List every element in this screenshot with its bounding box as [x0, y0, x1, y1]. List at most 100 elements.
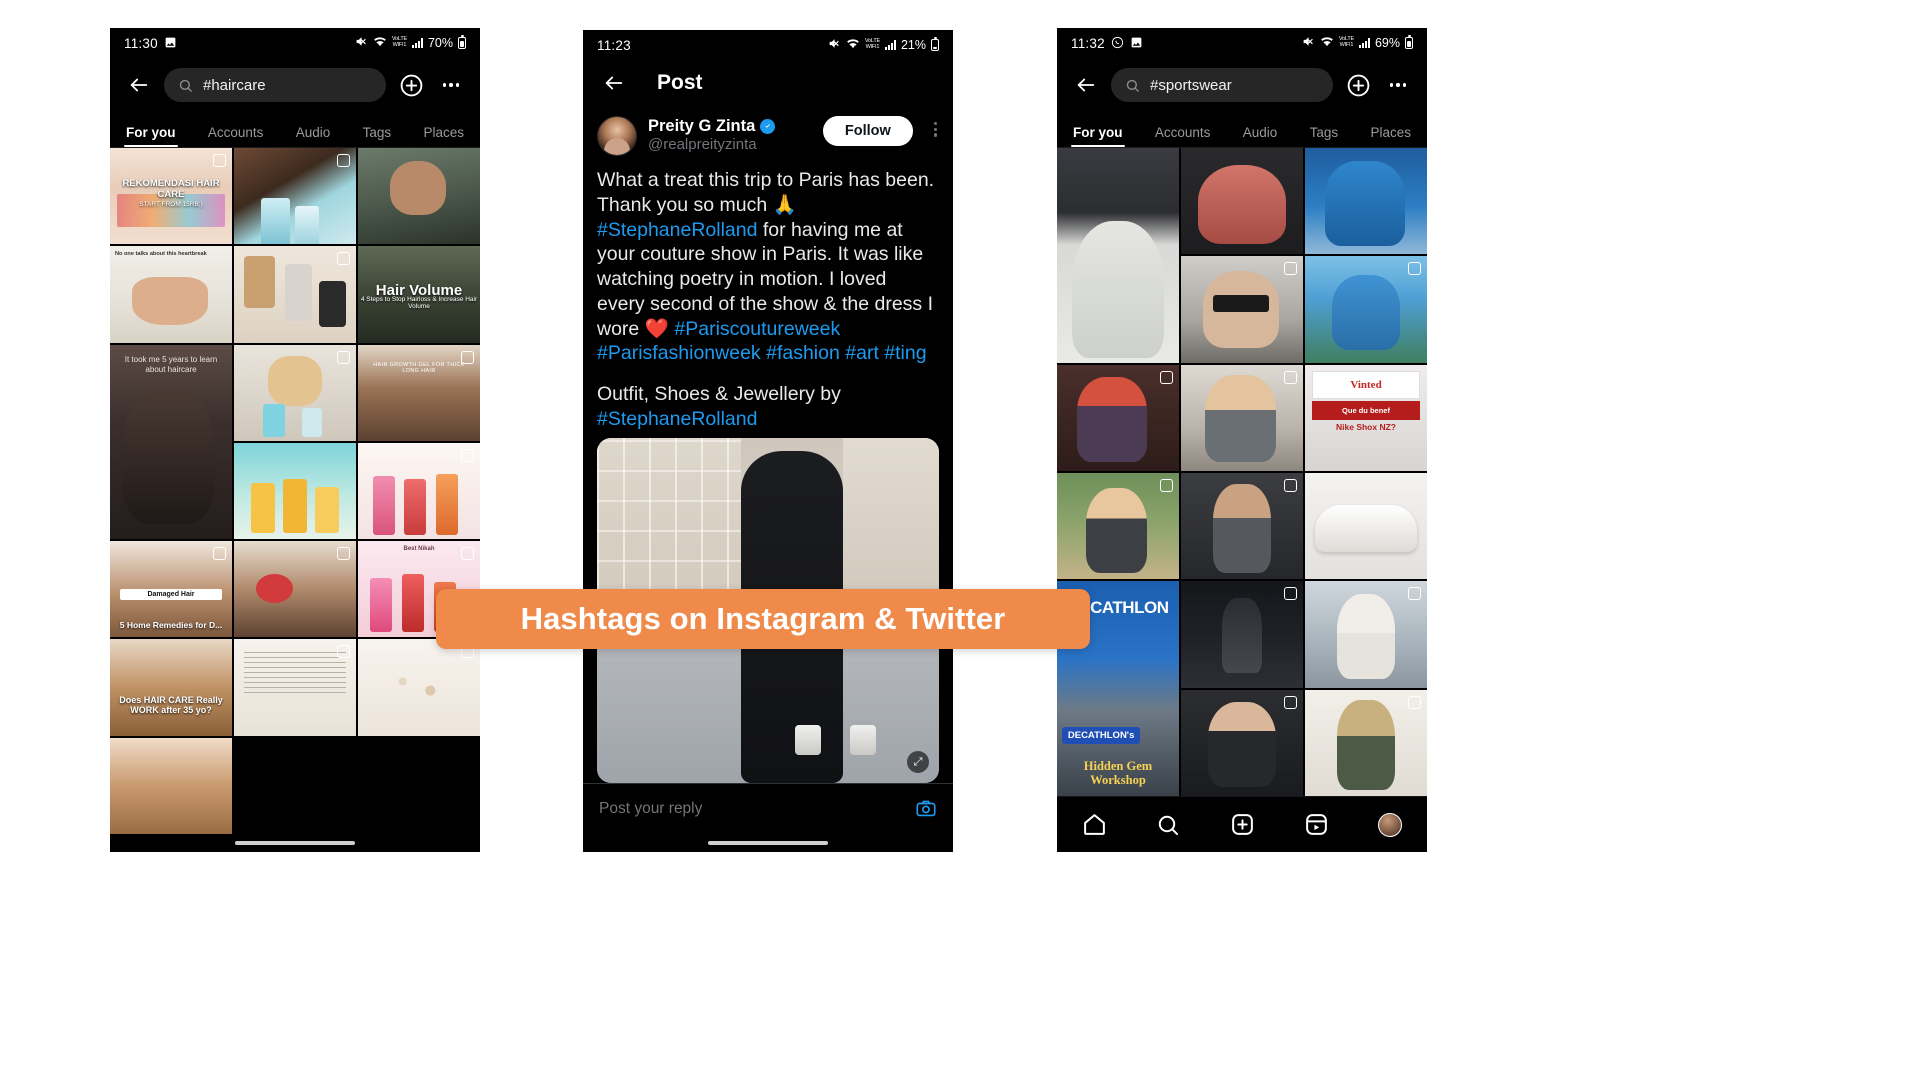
- grid-caption-sub: START FROM 15RB;): [139, 201, 203, 209]
- media-expand-icon[interactable]: ⤢: [907, 751, 929, 773]
- grid-post[interactable]: [1181, 472, 1303, 580]
- add-post-icon[interactable]: [1343, 70, 1373, 100]
- mute-icon: [1302, 35, 1315, 51]
- nav-search-icon[interactable]: [1148, 805, 1188, 845]
- grid-post[interactable]: Hair Volume 4 Steps to Stop Hairloss & I…: [358, 246, 480, 343]
- nav-profile-avatar[interactable]: [1370, 805, 1410, 845]
- grid-post[interactable]: [234, 344, 356, 441]
- search-tabs: For you Accounts Audio Tags Places: [110, 114, 480, 148]
- grid-post[interactable]: [1057, 148, 1179, 363]
- grid-post[interactable]: [234, 639, 356, 736]
- carousel-icon: [1284, 475, 1300, 492]
- tab-places[interactable]: Places: [1370, 125, 1411, 147]
- more-options-icon[interactable]: [436, 70, 466, 100]
- grid-post[interactable]: [1305, 256, 1427, 363]
- reply-bar[interactable]: Post your reply: [583, 783, 953, 834]
- hashtag-link[interactable]: #ting: [884, 342, 926, 364]
- thumbnail-detail: [260, 198, 291, 245]
- reply-input[interactable]: Post your reply: [599, 800, 905, 818]
- carousel-icon: [461, 347, 477, 364]
- avatar[interactable]: [597, 116, 637, 156]
- post-text-run: What a treat this trip to Paris has been…: [597, 169, 935, 216]
- grid-post[interactable]: [1181, 364, 1303, 471]
- banner-text: Hashtags on Instagram & Twitter: [520, 601, 1006, 636]
- grid-post[interactable]: [1305, 472, 1427, 580]
- grid-post[interactable]: [234, 442, 356, 540]
- nav-reels-icon[interactable]: [1296, 805, 1336, 845]
- grid-post[interactable]: HAIR GROWTH GEL FOR THICK LONG HAIR: [358, 344, 480, 441]
- grid-post[interactable]: [234, 148, 356, 245]
- carousel-icon: [337, 544, 353, 561]
- signal-bars-icon: [884, 40, 896, 50]
- thumbnail-detail: [1212, 483, 1272, 573]
- author-name[interactable]: Preity G Zinta: [648, 116, 755, 136]
- post-header: Post: [583, 60, 953, 112]
- follow-button[interactable]: Follow: [822, 116, 913, 146]
- wifi-icon: [846, 38, 860, 52]
- hashtag-link[interactable]: #fashion: [766, 342, 840, 364]
- tab-places[interactable]: Places: [423, 125, 464, 147]
- carousel-icon: [1284, 692, 1300, 709]
- grid-post[interactable]: [1057, 364, 1179, 471]
- hashtag-link[interactable]: #Parisfashionweek: [597, 342, 761, 364]
- screenshot-stage: 11:30 VoLTE WIFI1 70% #haircare For you …: [0, 0, 1920, 1080]
- grid-post[interactable]: [358, 148, 480, 245]
- grid-post[interactable]: Vinted Que du benef Nike Shox NZ?: [1305, 364, 1427, 471]
- post-text-run: Outfit, Shoes & Jewellery by: [597, 383, 841, 405]
- tab-for-you[interactable]: For you: [1071, 125, 1124, 147]
- nav-create-icon[interactable]: [1222, 805, 1262, 845]
- grid-post[interactable]: [1181, 256, 1303, 363]
- back-arrow-icon[interactable]: [1071, 70, 1101, 100]
- grid-caption-overlay: DECATHLON's: [1061, 727, 1141, 745]
- avatar: [1378, 812, 1402, 837]
- grid-post[interactable]: [1181, 581, 1303, 688]
- mute-icon: [355, 35, 368, 51]
- back-arrow-icon[interactable]: [124, 70, 154, 100]
- tab-audio[interactable]: Audio: [1243, 125, 1278, 147]
- search-input[interactable]: #sportswear: [1111, 68, 1333, 102]
- whatsapp-icon: [1111, 36, 1124, 51]
- camera-icon[interactable]: [915, 798, 937, 820]
- grid-post[interactable]: [1305, 689, 1427, 796]
- grid-post[interactable]: [1305, 581, 1427, 688]
- grid-caption: Vinted: [1312, 371, 1420, 399]
- grid-post[interactable]: REKOMENDASI HAIR CARE START FROM 15RB;): [110, 148, 232, 245]
- grid-post[interactable]: [1181, 148, 1303, 255]
- add-post-icon[interactable]: [396, 70, 426, 100]
- tab-tags[interactable]: Tags: [1310, 125, 1339, 147]
- hashtag-link[interactable]: #Pariscoutureweek: [674, 318, 840, 340]
- hashtag-link[interactable]: #StephaneRolland: [597, 408, 757, 430]
- search-input[interactable]: #haircare: [164, 68, 386, 102]
- tab-tags[interactable]: Tags: [363, 125, 392, 147]
- battery-percent: 70%: [427, 36, 453, 50]
- grid-post[interactable]: Damaged Hair 5 Home Remedies for D...: [110, 541, 232, 638]
- hashtag-link[interactable]: #art: [845, 342, 879, 364]
- grid-post[interactable]: It took me 5 years to learn about hairca…: [110, 344, 232, 540]
- thumbnail-detail: [1207, 702, 1277, 788]
- page-title: Post: [657, 71, 703, 94]
- tab-accounts[interactable]: Accounts: [208, 125, 264, 147]
- grid-post[interactable]: [1305, 148, 1427, 255]
- grid-post[interactable]: Does HAIR CARE Really WORK after 35 yo?: [110, 639, 232, 736]
- nav-home-icon[interactable]: [1074, 805, 1114, 845]
- tab-accounts[interactable]: Accounts: [1155, 125, 1211, 147]
- grid-post[interactable]: [234, 541, 356, 638]
- grid-post[interactable]: [1057, 472, 1179, 580]
- hashtag-link[interactable]: #StephaneRolland: [597, 219, 757, 241]
- grid-post[interactable]: [1181, 689, 1303, 796]
- more-options-icon[interactable]: [924, 116, 939, 143]
- back-arrow-icon[interactable]: [599, 68, 629, 98]
- thumbnail-detail: [1205, 375, 1277, 463]
- grid-post[interactable]: No one talks about this heartbreak: [110, 246, 232, 343]
- grid-post[interactable]: [234, 246, 356, 343]
- more-options-icon[interactable]: [1383, 70, 1413, 100]
- tab-audio[interactable]: Audio: [296, 125, 331, 147]
- wifi-icon: [373, 36, 387, 50]
- grid-post[interactable]: [110, 737, 232, 834]
- grid-post[interactable]: [358, 639, 480, 736]
- grid-caption-sub: Hidden Gem Workshop: [1083, 758, 1153, 787]
- photo-icon: [1130, 36, 1143, 51]
- grid-post[interactable]: [358, 442, 480, 540]
- carousel-icon: [337, 642, 353, 659]
- tab-for-you[interactable]: For you: [124, 125, 177, 147]
